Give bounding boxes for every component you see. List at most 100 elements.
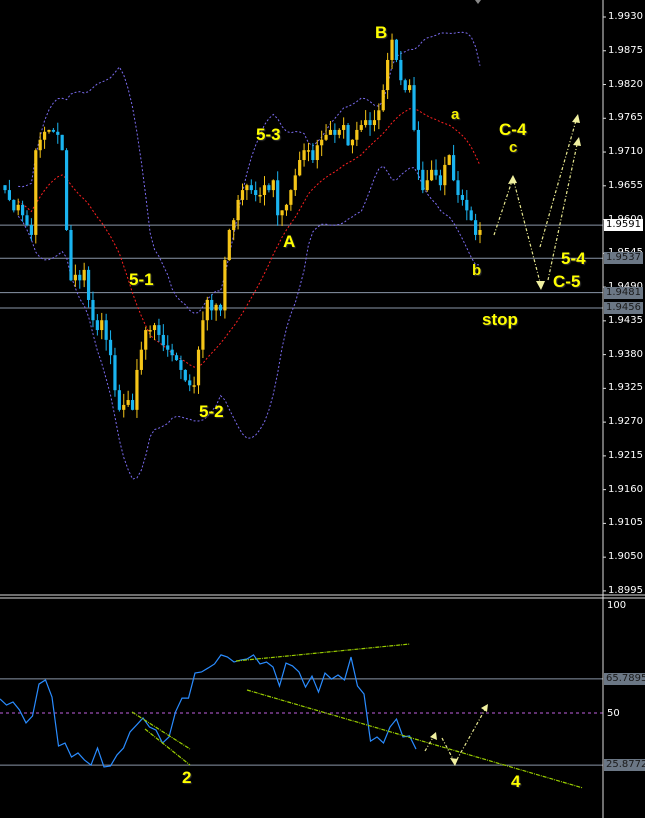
candle: [474, 213, 478, 241]
candle: [16, 198, 20, 216]
candle-body: [78, 274, 82, 281]
candle-body: [38, 139, 42, 151]
price-tick-label: 1.9435: [608, 314, 643, 326]
candle: [386, 52, 390, 99]
candle-body: [192, 385, 196, 387]
candle-body: [408, 85, 412, 91]
candle-body: [236, 199, 240, 221]
candles: [3, 33, 482, 418]
candle: [377, 103, 381, 130]
candle: [245, 183, 249, 200]
wave-label-C-5: C-5: [553, 272, 581, 291]
candle-body: [104, 320, 108, 340]
price-tick-label: 1.9050: [608, 551, 643, 563]
candle: [192, 376, 196, 394]
candle: [188, 374, 192, 392]
candle-body: [100, 320, 104, 331]
candle-body: [399, 59, 403, 81]
oscillator-trendlines: [131, 643, 584, 789]
candle: [51, 127, 55, 133]
candle-body: [416, 129, 421, 170]
candle-body: [359, 125, 363, 130]
candle-body: [139, 349, 143, 370]
candle: [350, 139, 355, 154]
candle: [364, 110, 368, 128]
candle-body: [372, 120, 377, 126]
candle: [25, 210, 29, 227]
candle: [78, 270, 82, 289]
candle: [183, 369, 187, 382]
candle-body: [117, 390, 121, 410]
wave-label-c: c: [509, 139, 518, 156]
candle-body: [179, 360, 183, 370]
oscillator-level-tag: 25.8772: [604, 759, 645, 772]
candle: [108, 330, 113, 365]
candle-body: [25, 215, 29, 226]
candle-body: [73, 274, 77, 281]
candle: [139, 341, 143, 375]
candle-body: [425, 180, 429, 191]
candle: [293, 168, 297, 196]
candle: [113, 347, 117, 397]
candle-body: [135, 369, 139, 410]
candle-body: [240, 190, 245, 200]
candle: [86, 266, 91, 308]
candle-body: [174, 355, 179, 361]
candle: [372, 110, 377, 132]
candle-body: [152, 325, 157, 331]
candle-body: [170, 349, 174, 356]
candle: [157, 318, 161, 342]
candle: [42, 126, 47, 149]
candle: [460, 189, 465, 206]
candle-body: [210, 299, 214, 311]
price-level-tag: 1.9481: [604, 286, 643, 299]
candle: [69, 225, 73, 282]
candle-body: [267, 185, 271, 191]
candle: [284, 203, 289, 216]
candle-body: [460, 195, 465, 200]
shift-marker-icon[interactable]: [475, 0, 481, 4]
candle-body: [254, 190, 258, 196]
candle-body: [456, 180, 460, 196]
candle-body: [91, 299, 95, 321]
candle: [368, 112, 372, 136]
candle-body: [381, 90, 385, 111]
price-tick-label: 1.9105: [608, 517, 643, 529]
candle-body: [434, 169, 438, 176]
candle: [337, 128, 341, 139]
oscillator-label-2: 2: [182, 768, 192, 787]
candle-body: [262, 185, 267, 196]
candle: [333, 123, 337, 143]
candle: [381, 84, 385, 112]
candle-body: [126, 400, 130, 405]
candle-body: [12, 199, 16, 211]
candle-body: [289, 190, 293, 205]
oscillator-level-tag: 65.7895: [604, 672, 645, 685]
candle: [205, 296, 209, 331]
candle: [34, 148, 38, 244]
stop-label: stop: [482, 310, 518, 329]
candle: [60, 134, 64, 151]
price-tick-label: 1.9765: [608, 112, 643, 124]
candle-body: [394, 39, 399, 60]
candle-body: [16, 204, 20, 211]
candle: [315, 139, 319, 169]
candle-body: [271, 180, 275, 191]
price-tick-label: 1.9380: [608, 348, 643, 360]
candle-body: [324, 134, 328, 140]
candle: [95, 314, 99, 336]
candle-body: [196, 349, 201, 386]
candle-body: [148, 330, 152, 332]
candle: [64, 148, 69, 231]
wave-label-5-1: 5-1: [129, 270, 154, 289]
candle-body: [276, 180, 280, 216]
candle: [236, 194, 240, 230]
candle-body: [355, 129, 359, 140]
candle: [342, 117, 346, 139]
candle: [430, 160, 434, 182]
candle-body: [60, 134, 64, 151]
candle-body: [82, 269, 86, 281]
candle-body: [188, 380, 192, 386]
candle: [452, 144, 456, 182]
candle: [166, 335, 170, 357]
